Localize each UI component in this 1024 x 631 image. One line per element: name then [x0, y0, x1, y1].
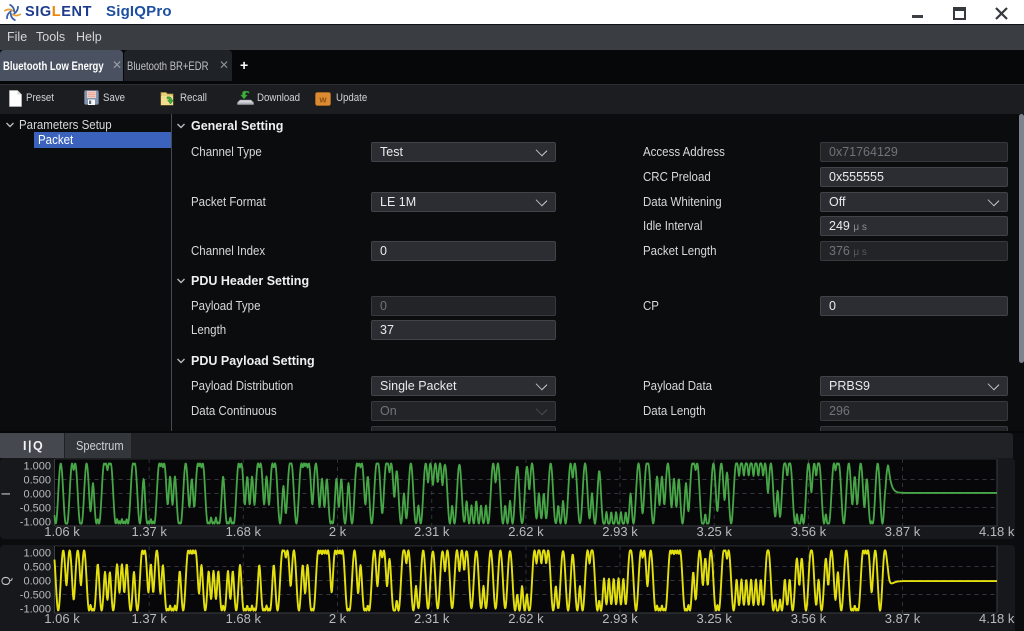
svg-text:3.25 k: 3.25 k: [696, 524, 732, 539]
svg-text:3.56 k: 3.56 k: [791, 524, 827, 539]
svg-text:2.93 k: 2.93 k: [602, 524, 638, 539]
svg-text:1.37 k: 1.37 k: [131, 524, 167, 539]
svg-text:4.18 k: 4.18 k: [979, 611, 1015, 626]
svg-text:2 k: 2 k: [329, 611, 347, 626]
svg-text:2.62 k: 2.62 k: [508, 611, 544, 626]
svg-text:2 k: 2 k: [329, 524, 347, 539]
svg-text:3.56 k: 3.56 k: [791, 611, 827, 626]
svg-text:3.25 k: 3.25 k: [696, 611, 732, 626]
svg-text:2.31 k: 2.31 k: [414, 611, 450, 626]
svg-text:3.87 k: 3.87 k: [885, 524, 921, 539]
svg-text:0.000: 0.000: [23, 489, 51, 501]
svg-text:1.000: 1.000: [23, 461, 51, 473]
svg-text:-0.500: -0.500: [20, 503, 51, 515]
svg-text:2.62 k: 2.62 k: [508, 524, 544, 539]
svg-text:4.18 k: 4.18 k: [979, 524, 1015, 539]
svg-text:1.68 k: 1.68 k: [226, 524, 262, 539]
svg-text:1.37 k: 1.37 k: [131, 611, 167, 626]
svg-text:-0.500: -0.500: [20, 590, 51, 602]
svg-text:w: w: [318, 95, 327, 105]
svg-text:1.06 k: 1.06 k: [44, 524, 80, 539]
svg-text:3.87 k: 3.87 k: [885, 611, 921, 626]
svg-text:0.000: 0.000: [23, 576, 51, 588]
svg-text:0.500: 0.500: [23, 475, 51, 487]
svg-text:2.31 k: 2.31 k: [414, 524, 450, 539]
svg-text:0.500: 0.500: [23, 562, 51, 574]
svg-text:1.68 k: 1.68 k: [226, 611, 262, 626]
svg-text:1.06 k: 1.06 k: [44, 611, 80, 626]
svg-text:2.93 k: 2.93 k: [602, 611, 638, 626]
svg-text:1.000: 1.000: [23, 548, 51, 560]
